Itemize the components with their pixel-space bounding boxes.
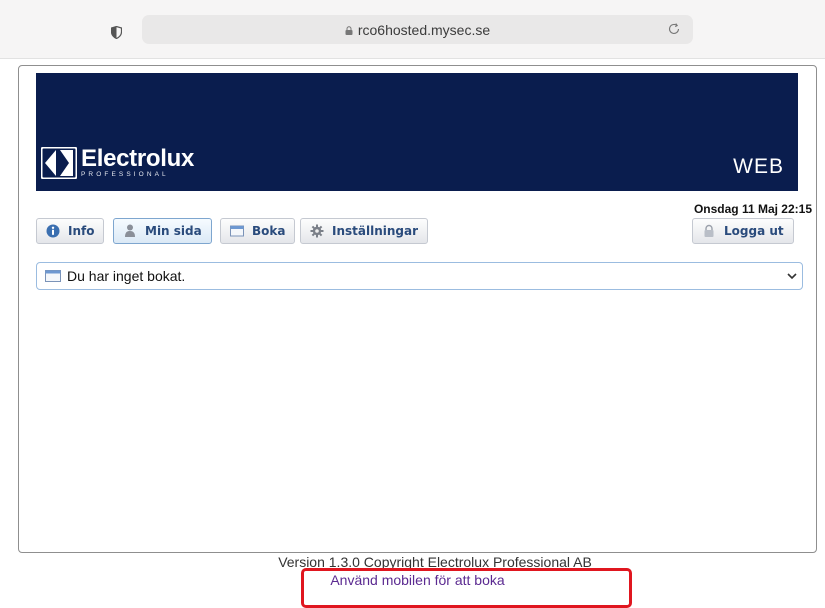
booking-select[interactable]: Du har inget bokat. (36, 262, 803, 290)
min-sida-label: Min sida (145, 224, 202, 238)
lock-icon (345, 26, 353, 35)
info-button[interactable]: Info (36, 218, 105, 244)
privacy-shield-icon[interactable] (111, 26, 122, 39)
user-icon (125, 224, 135, 237)
mobile-booking-link[interactable]: Använd mobilen för att boka (0, 572, 825, 588)
reload-icon[interactable] (667, 22, 681, 36)
address-bar[interactable]: rco6hosted.mysec.se (142, 15, 693, 44)
calendar-icon (230, 225, 244, 237)
chevron-down-icon (787, 273, 797, 280)
padlock-icon (704, 224, 714, 237)
logout-button[interactable]: Logga ut (692, 218, 794, 244)
boka-label: Boka (252, 224, 286, 238)
info-icon (46, 224, 60, 238)
installningar-button[interactable]: Inställningar (300, 218, 429, 244)
info-label: Info (68, 224, 95, 238)
header-banner: Electrolux PROFESSIONAL WEB (36, 73, 798, 191)
app-frame: Electrolux PROFESSIONAL WEB Onsdag 11 Ma… (18, 65, 817, 553)
gear-icon (310, 224, 324, 238)
browser-toolbar: rco6hosted.mysec.se (0, 0, 825, 59)
web-label: WEB (733, 155, 784, 178)
electrolux-logo: Electrolux PROFESSIONAL (41, 144, 195, 179)
installningar-label: Inställningar (332, 224, 419, 238)
booking-select-value: Du har inget bokat. (67, 268, 186, 284)
calendar-icon (45, 270, 61, 282)
url-text: rco6hosted.mysec.se (357, 21, 491, 38)
logo-name: Electrolux (81, 144, 195, 172)
boka-button[interactable]: Boka (220, 218, 296, 244)
electrolux-logo-icon (41, 147, 77, 179)
logout-label: Logga ut (724, 224, 784, 238)
current-datetime: Onsdag 11 Maj 22:15 (693, 202, 812, 216)
min-sida-button[interactable]: Min sida (113, 218, 212, 244)
